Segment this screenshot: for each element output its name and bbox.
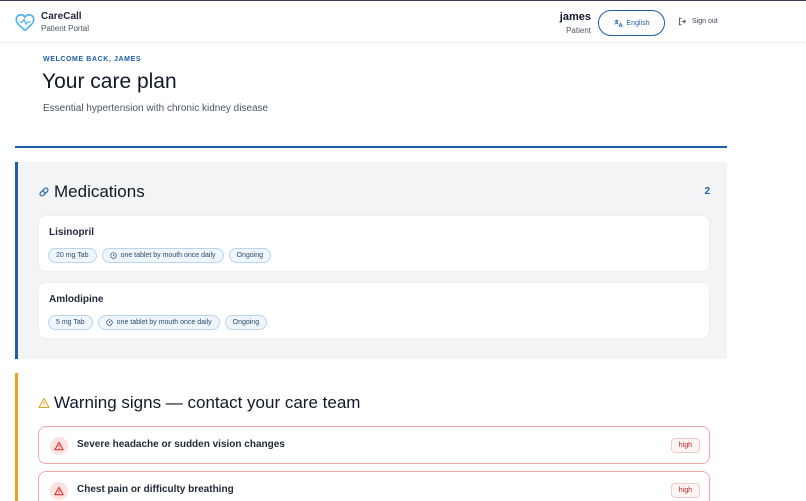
clock-icon [106, 319, 113, 326]
sign-out-label: Sign out [692, 18, 718, 25]
top-bar: CareCall Patient Portal james Patient En… [0, 0, 806, 43]
warning-heading: Warning signs — contact your care team [54, 393, 361, 412]
dose-text: 20 mg Tab [56, 252, 89, 259]
user-name: james [559, 11, 591, 23]
instructions-text: one tablet by mouth once daily [120, 252, 216, 259]
instructions-chip: one tablet by mouth once daily [101, 248, 224, 263]
instructions-chip: one tablet by mouth once daily [97, 315, 220, 330]
warning-item[interactable]: Severe headache or sudden vision changes… [38, 426, 710, 464]
page-title: Your care plan [42, 70, 177, 93]
warning-item[interactable]: Chest pain or difficulty breathing high [38, 471, 710, 501]
warning-triangle-icon [38, 397, 50, 409]
medications-heading: Medications [54, 182, 145, 201]
medications-header: Medications [38, 182, 145, 202]
medications-section: Medications 2 Lisinopril 20 mg Tab one t… [15, 162, 727, 359]
instructions-text: one tablet by mouth once daily [116, 319, 212, 326]
dose-chip: 20 mg Tab [48, 248, 97, 263]
alert-icon-badge [50, 482, 68, 500]
medication-name: Amlodipine [49, 294, 104, 305]
clock-icon [109, 252, 117, 259]
medications-count: 2 [704, 186, 710, 197]
warning-header: Warning signs — contact your care team [38, 393, 360, 413]
heart-logo-icon [15, 13, 35, 32]
medication-card[interactable]: Amlodipine 5 mg Tab one tablet by mouth … [38, 282, 710, 339]
brand-subtitle: Patient Portal [41, 24, 90, 33]
severity-badge: high [670, 438, 700, 453]
warning-text: Chest pain or difficulty breathing [77, 484, 234, 495]
status-chip: Ongoing [224, 315, 268, 330]
status-text: Ongoing [236, 252, 263, 259]
user-info: james Patient [560, 10, 591, 38]
alert-icon-badge [50, 437, 68, 455]
warning-text: Severe headache or sudden vision changes [77, 439, 285, 450]
dose-chip: 5 mg Tab [48, 315, 93, 330]
translate-icon [614, 19, 623, 27]
brand-name: CareCall [41, 11, 82, 22]
language-button[interactable]: English [598, 10, 665, 36]
status-text: Ongoing [232, 319, 260, 326]
alert-triangle-icon [54, 486, 64, 496]
warning-signs-section: Warning signs — contact your care team S… [15, 373, 727, 501]
dose-text: 5 mg Tab [56, 319, 85, 326]
diagnosis-text: Essential hypertension with chronic kidn… [43, 103, 269, 114]
status-chip: Ongoing [228, 248, 271, 263]
welcome-text: WELCOME BACK, JAMES [43, 56, 142, 63]
section-divider [15, 146, 727, 148]
medication-card[interactable]: Lisinopril 20 mg Tab one tablet by mouth… [38, 215, 710, 272]
user-role: Patient [566, 26, 591, 35]
alert-triangle-icon [54, 441, 64, 451]
brand[interactable]: CareCall Patient Portal [14, 10, 89, 35]
medication-name: Lisinopril [49, 227, 94, 238]
sign-out-button[interactable]: Sign out [678, 17, 718, 26]
language-label: English [626, 19, 650, 27]
logout-icon [679, 17, 687, 26]
pill-icon [39, 187, 49, 197]
severity-badge: high [670, 483, 700, 498]
